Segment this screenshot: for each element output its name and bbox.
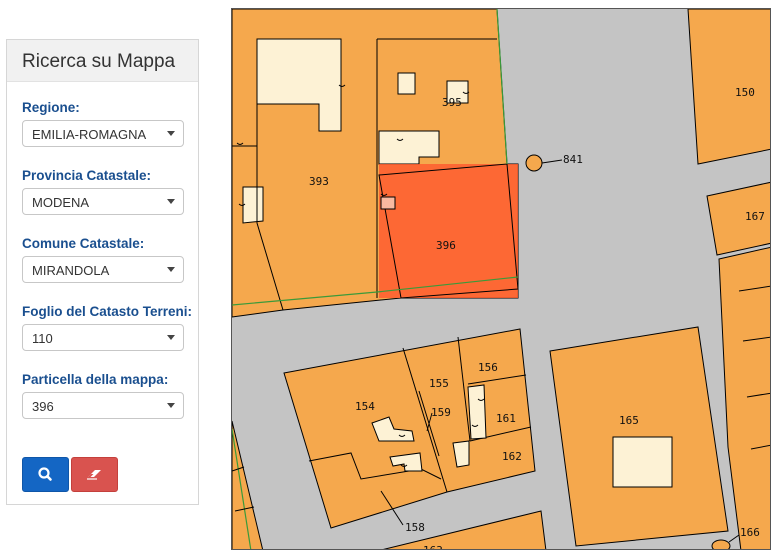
search-button[interactable] (22, 457, 69, 492)
parcel-label-155: 155 (429, 377, 449, 390)
parcel-label-159: 159 (431, 406, 451, 419)
parcel-label-161: 161 (496, 412, 516, 425)
provincia-value: MODENA (32, 195, 90, 210)
parcel-label-165: 165 (619, 414, 639, 427)
parcel-label-395: 395 (442, 96, 462, 109)
parcel-396-highlight (379, 164, 518, 298)
comune-field: Comune Catastale: MIRANDOLA (22, 236, 184, 283)
parcel-label-841: 841 (563, 153, 583, 166)
map-canvas: 150 393 395 841 396 167 156 154 155 159 … (232, 9, 770, 550)
provincia-select[interactable]: MODENA (22, 188, 184, 215)
parcel-label-158: 158 (405, 521, 425, 534)
comune-label: Comune Catastale: (22, 236, 145, 251)
particella-field: Particella della mappa: 396 (22, 372, 184, 419)
parcel-label-396: 396 (436, 239, 456, 252)
panel-header: Ricerca su Mappa (7, 40, 198, 82)
foglio-value: 110 (32, 331, 53, 346)
parcel-841 (525, 154, 543, 172)
building (467, 384, 487, 440)
search-panel: Ricerca su Mappa Regione: EMILIA-ROMAGNA… (6, 39, 199, 505)
parcel-label-150: 150 (735, 86, 755, 99)
regione-select[interactable]: EMILIA-ROMAGNA (22, 120, 184, 147)
parcel-label-154: 154 (355, 400, 375, 413)
parcel-label-166: 166 (740, 526, 760, 539)
parcel-163 (383, 510, 547, 549)
parcel-label-167: 167 (745, 210, 765, 223)
chevron-down-icon (167, 199, 175, 204)
comune-value: MIRANDOLA (32, 263, 110, 278)
search-icon (38, 467, 52, 481)
chevron-down-icon (167, 335, 175, 340)
building (380, 196, 396, 210)
parcel-150 (687, 9, 770, 165)
particella-select[interactable]: 396 (22, 392, 184, 419)
foglio-field: Foglio del Catasto Terreni: 110 (22, 304, 192, 351)
chevron-down-icon (167, 267, 175, 272)
leader-line (728, 534, 740, 543)
provincia-field: Provincia Catastale: MODENA (22, 168, 184, 215)
provincia-label: Provincia Catastale: (22, 168, 152, 183)
regione-label: Regione: (22, 100, 80, 115)
parcel-166 (711, 539, 731, 549)
parcel-label-163: 163 (423, 544, 443, 550)
leader-line (541, 159, 563, 164)
foglio-select[interactable]: 110 (22, 324, 184, 351)
eraser-icon (87, 470, 101, 480)
parcel-right-mid (718, 246, 770, 549)
chevron-down-icon (167, 403, 175, 408)
building (397, 72, 416, 95)
foglio-label: Foglio del Catasto Terreni: (22, 304, 193, 319)
parcel-label-393: 393 (309, 175, 329, 188)
particella-value: 396 (32, 399, 54, 414)
chevron-down-icon (167, 131, 175, 136)
building (612, 436, 673, 488)
regione-field: Regione: EMILIA-ROMAGNA (22, 100, 184, 147)
panel-title: Ricerca su Mappa (22, 51, 176, 72)
parcel-label-156: 156 (478, 361, 498, 374)
parcel-lower-left-block (283, 328, 536, 529)
regione-value: EMILIA-ROMAGNA (32, 127, 147, 142)
cadastral-map[interactable]: 150 393 395 841 396 167 156 154 155 159 … (231, 8, 771, 550)
particella-label: Particella della mappa: (22, 372, 169, 387)
comune-select[interactable]: MIRANDOLA (22, 256, 184, 283)
building (242, 186, 264, 224)
parcel-label-162: 162 (502, 450, 522, 463)
clear-button[interactable] (71, 457, 118, 492)
